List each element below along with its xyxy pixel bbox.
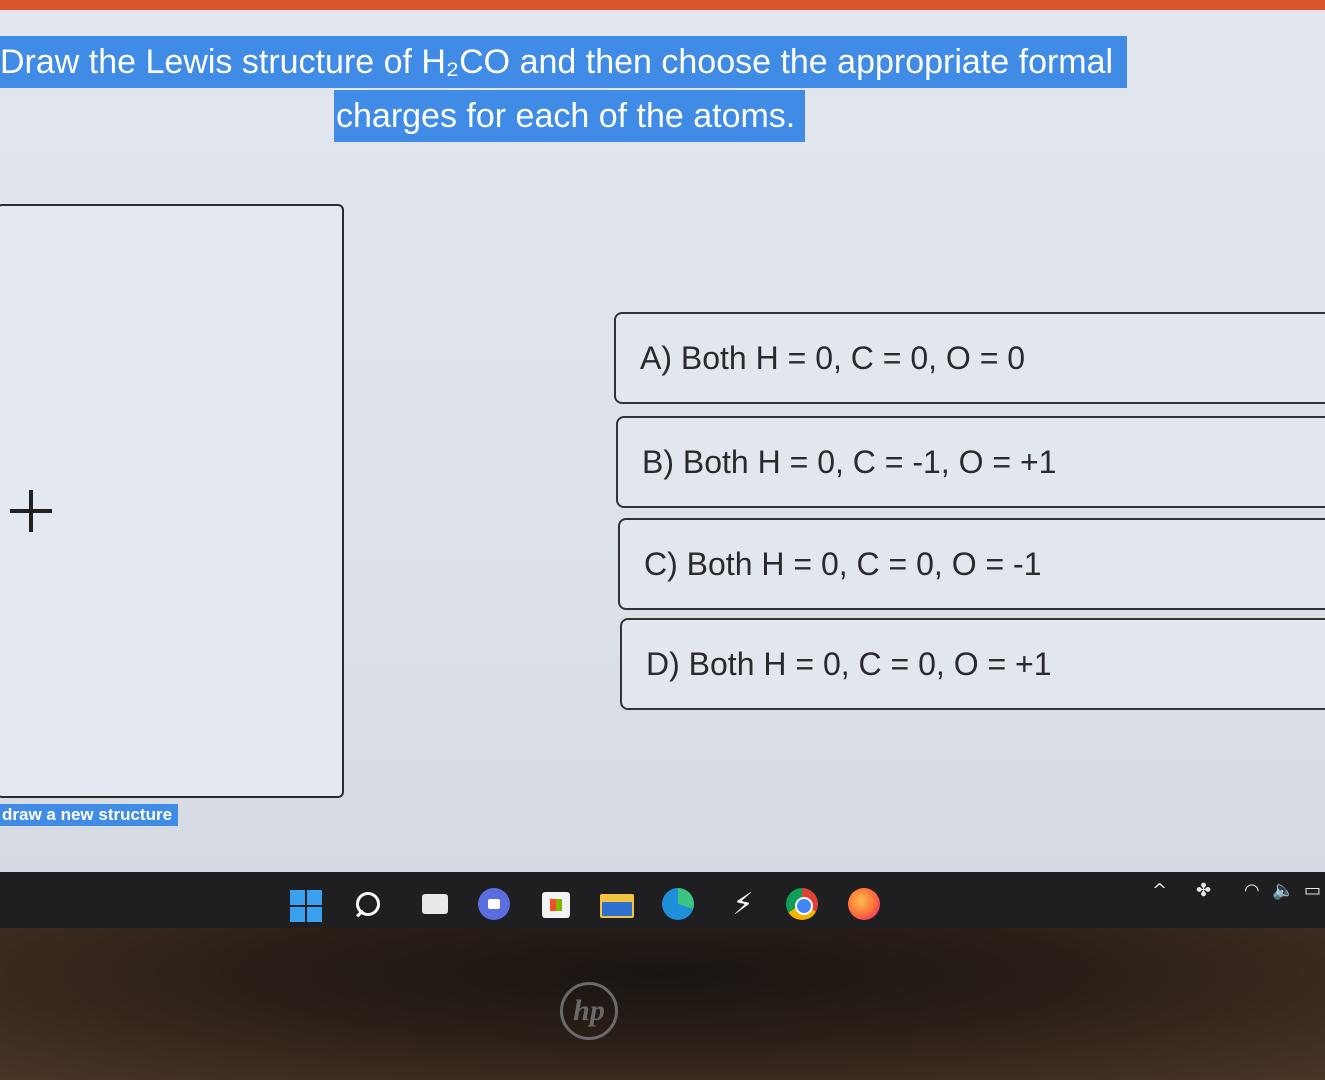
hp-logo: hp (560, 982, 618, 1040)
edge-icon[interactable] (662, 888, 696, 922)
question-line-2: charges for each of the atoms. (334, 90, 806, 142)
option-d[interactable]: D) Both H = 0, C = 0, O = +1 (620, 618, 1325, 710)
wifi-icon[interactable]: ◠ (1244, 880, 1260, 901)
volume-icon[interactable]: 🔈 (1272, 880, 1294, 901)
bolt-app-icon[interactable]: ⚡ (726, 888, 760, 922)
option-a[interactable]: A) Both H = 0, C = 0, O = 0 (614, 312, 1325, 404)
laptop-bezel (0, 928, 1325, 1080)
option-d-label: D) Both H = 0, C = 0, O = +1 (646, 645, 1052, 682)
option-b[interactable]: B) Both H = 0, C = -1, O = +1 (616, 416, 1325, 508)
store-icon[interactable] (540, 888, 574, 922)
windows-start-icon[interactable] (290, 888, 324, 922)
tray-app-icon[interactable]: ✤ (1196, 880, 1211, 901)
task-view-icon[interactable] (420, 888, 454, 922)
battery-icon[interactable]: ▭ (1304, 880, 1321, 901)
file-explorer-icon[interactable] (600, 888, 634, 922)
option-b-label: B) Both H = 0, C = -1, O = +1 (642, 443, 1057, 480)
question-line-1: Draw the Lewis structure of H₂CO and the… (0, 36, 1128, 88)
plus-icon[interactable] (10, 490, 52, 532)
option-a-label: A) Both H = 0, C = 0, O = 0 (640, 339, 1026, 376)
chat-icon[interactable] (478, 888, 512, 922)
draw-new-structure-button[interactable]: draw a new structure (0, 804, 179, 826)
firefox-icon[interactable] (848, 888, 882, 922)
search-icon[interactable] (352, 888, 386, 922)
top-accent-bar (0, 0, 1325, 10)
option-c-label: C) Both H = 0, C = 0, O = -1 (644, 545, 1042, 582)
tray-chevron-icon[interactable]: ^ (1152, 880, 1167, 901)
chrome-icon[interactable] (786, 888, 820, 922)
option-c[interactable]: C) Both H = 0, C = 0, O = -1 (618, 518, 1325, 610)
